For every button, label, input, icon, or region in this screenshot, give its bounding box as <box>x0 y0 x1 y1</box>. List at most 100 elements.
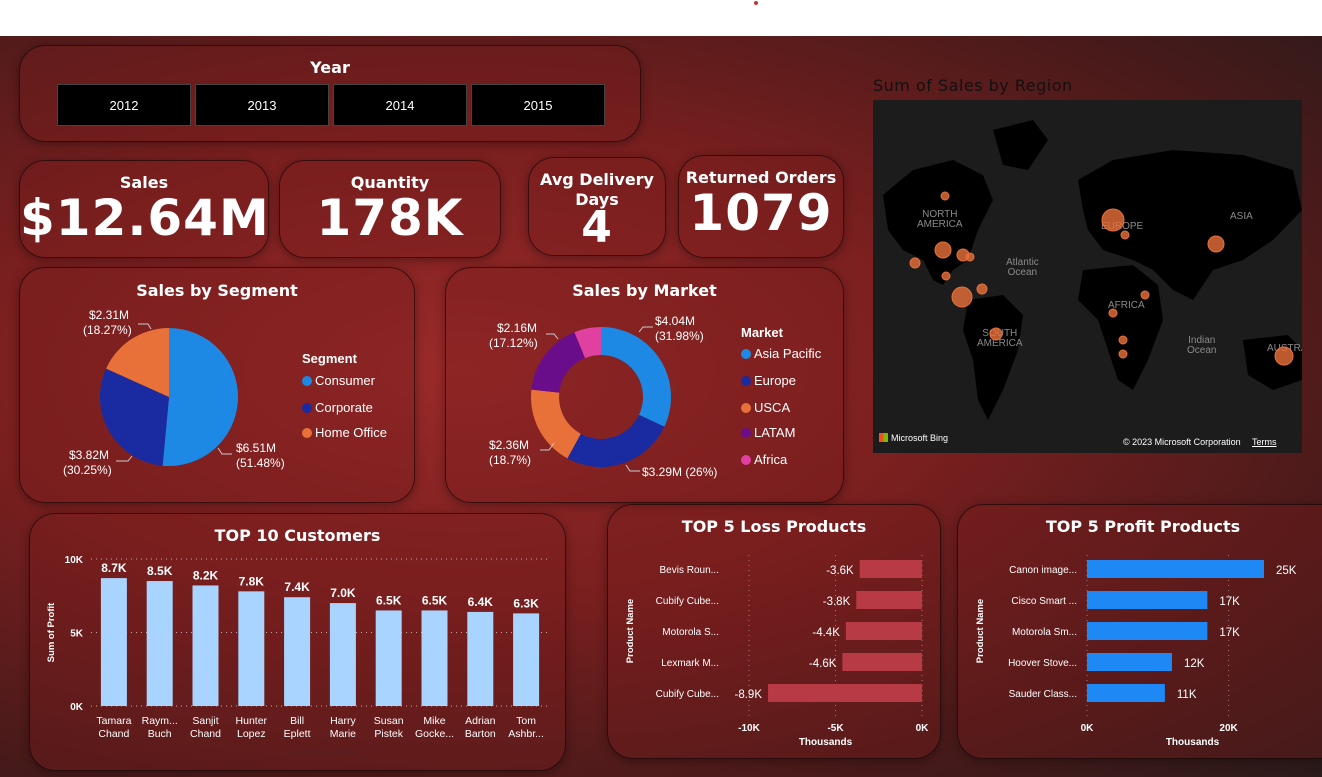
pie-slice-consumer <box>162 328 239 466</box>
leader-line <box>546 333 559 340</box>
map-bubble <box>1274 346 1294 366</box>
map-bubble <box>1140 290 1150 300</box>
avg-delivery-kpi-value: 4 <box>581 202 613 253</box>
year-option-2015[interactable]: 2015 <box>471 84 605 126</box>
y-axis-title: Product Name <box>625 599 636 663</box>
x-tick-label: Sanjit <box>192 715 218 727</box>
segment-legend-consumer[interactable]: Consumer <box>302 373 375 388</box>
asia-pacific-value: $4.04M <box>655 314 696 328</box>
leader-line <box>138 323 152 330</box>
avg-delivery-kpi-card: Avg Delivery Days 4 <box>528 157 666 256</box>
corporate-pct: (30.25%) <box>63 463 112 477</box>
consumer-dot-icon <box>302 376 312 386</box>
market-legend-europe[interactable]: Europe <box>741 373 796 388</box>
usca-value: $2.36M <box>489 438 530 452</box>
x-tick-label: 0K <box>1081 723 1095 734</box>
market-legend-label: Europe <box>754 373 796 388</box>
y-tick-label: Motorola S... <box>662 627 719 638</box>
product-bar <box>842 653 922 671</box>
customer-bar <box>375 610 402 706</box>
year-option-2012[interactable]: 2012 <box>57 84 191 126</box>
market-legend-asia-pacific[interactable]: Asia Pacific <box>741 346 821 361</box>
map-bubble <box>941 271 951 281</box>
map-bubble <box>1118 335 1128 345</box>
y-tick-label: 5K <box>70 629 84 640</box>
donut-slice-europe <box>567 414 665 467</box>
consumer-data-label: $6.51M (51.48%) <box>236 441 285 471</box>
product-bar <box>768 684 922 702</box>
usca-dot-icon <box>741 403 751 413</box>
y-tick-label: Cubify Cube... <box>656 596 719 607</box>
profit-products-bar-chart: 0K 20K Canon image... 25K Cisco Smart ... 17K… <box>975 555 1297 748</box>
x-tick-label: Pistek <box>374 728 403 740</box>
x-tick-label: 20K <box>1219 723 1238 734</box>
consumer-pct: (51.48%) <box>236 456 285 470</box>
segment-card: Sales by Segment Segment Consumer Corpor… <box>19 267 415 503</box>
y-tick-label: Canon image... <box>1009 565 1077 576</box>
x-tick-label: Harry <box>330 715 356 727</box>
customer-bar <box>467 611 494 706</box>
bar-data-label: 7.4K <box>284 580 310 594</box>
market-legend-usca[interactable]: USCA <box>741 400 790 415</box>
year-slicer-card: Year 2012 2013 2014 2015 <box>19 45 641 142</box>
map-bubble <box>1118 349 1128 359</box>
map-bubble <box>940 191 950 201</box>
bar-data-label: 6.5K <box>422 593 448 607</box>
latam-data-label: $2.16M (17.12%) <box>489 321 538 351</box>
donut-slice-latam <box>531 332 586 393</box>
segment-legend-label: Corporate <box>315 400 373 415</box>
x-tick-label: Tamara <box>96 715 131 727</box>
customer-bar <box>421 610 448 706</box>
leader-line <box>217 447 232 455</box>
x-tick-label: Barton <box>465 728 496 740</box>
segment-legend-home-office[interactable]: Home Office <box>302 425 387 440</box>
customer-bar <box>238 591 265 706</box>
segment-legend-label: Consumer <box>315 373 375 388</box>
y-tick-label: Hoover Stove... <box>1008 658 1077 669</box>
market-legend-africa[interactable]: Africa <box>741 452 787 467</box>
x-tick-label: Buch <box>148 728 172 740</box>
segment-legend-title: Segment <box>302 351 357 366</box>
x-tick-label: -10K <box>738 723 760 734</box>
x-tick-label: Chand <box>190 728 221 740</box>
segment-legend-corporate[interactable]: Corporate <box>302 400 373 415</box>
sales-region-map[interactable]: NORTHAMERICA AtlanticOcean EUROPE ASIA A… <box>873 100 1302 453</box>
product-bar <box>1087 591 1208 609</box>
x-tick-label: Ashbr... <box>508 728 544 740</box>
bar-data-label: -3.8K <box>823 596 851 608</box>
y-tick-label: Motorola Sm... <box>1012 627 1077 638</box>
map-terms-link[interactable]: Terms <box>1252 437 1277 447</box>
map-bubble <box>976 283 988 295</box>
market-legend-label: Africa <box>754 452 788 467</box>
market-legend-title: Market <box>741 325 783 340</box>
market-card: Sales by Market Market Asia Pacific Euro… <box>445 267 844 503</box>
y-tick-label: 10K <box>65 555 84 566</box>
microsoft-logo-icon <box>879 433 888 442</box>
market-legend-latam[interactable]: LATAM <box>741 425 795 440</box>
year-option-2013[interactable]: 2013 <box>195 84 329 126</box>
asia-pacific-pct: (31.98%) <box>655 329 704 343</box>
latam-value: $2.16M <box>497 321 538 335</box>
returned-orders-kpi-card: Returned Orders 1079 <box>678 155 844 258</box>
top-indicator-dot <box>754 1 758 5</box>
bing-logo: Microsoft Bing <box>879 433 948 443</box>
year-option-2014[interactable]: 2014 <box>333 84 467 126</box>
europe-dot-icon <box>741 376 751 386</box>
x-tick-label: Mike <box>423 715 445 727</box>
product-bar <box>1087 560 1264 578</box>
x-tick-label: -5K <box>827 723 844 734</box>
x-tick-label: Bill <box>290 715 304 727</box>
avg-delivery-label-line1: Avg Delivery <box>540 170 654 189</box>
loss-products-bar-chart: -10K -5K 0K Bevis Roun... -3.6K Cubify Cube..… <box>625 555 929 748</box>
home-office-data-label: $2.31M (18.27%) <box>83 308 132 338</box>
x-axis-title: Thousands <box>799 737 853 748</box>
y-tick-label: 0K <box>70 702 84 713</box>
corporate-dot-icon <box>302 403 312 413</box>
x-tick-label: Raym... <box>142 715 178 727</box>
year-slicer-title: Year <box>310 58 350 77</box>
quantity-kpi-value: 178K <box>316 189 464 247</box>
y-tick-label: Cisco Smart ... <box>1011 596 1077 607</box>
top-bar <box>0 0 1322 36</box>
home-office-dot-icon <box>302 428 312 438</box>
top-customers-card: TOP 10 Customers 0K 5K 10K 8.7K Tamara Chand 8… <box>29 513 566 771</box>
